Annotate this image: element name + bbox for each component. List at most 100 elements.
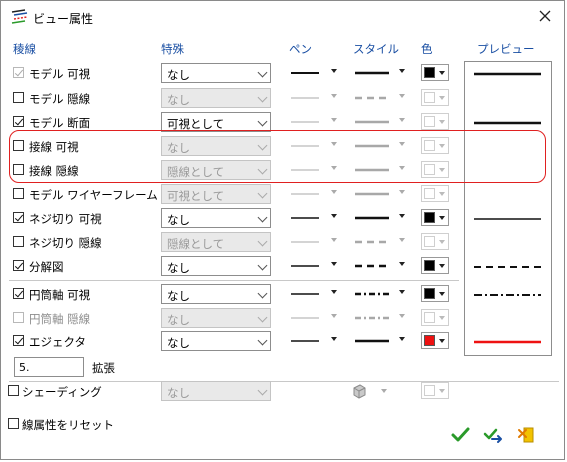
shading-row: シェーディング なし	[1, 380, 461, 402]
shading-dropdown-icon[interactable]	[381, 389, 387, 393]
style-line-sample	[355, 292, 389, 296]
check-icon	[451, 427, 470, 442]
special-select-value: なし	[167, 261, 190, 275]
edge-row-checkbox[interactable]	[13, 188, 24, 199]
special-select[interactable]: なし	[161, 331, 271, 351]
dropdown-arrow-icon	[439, 339, 445, 343]
chevron-down-icon	[257, 92, 268, 103]
special-select[interactable]: なし	[161, 308, 271, 328]
style-picker[interactable]	[353, 259, 408, 273]
color-picker[interactable]	[421, 64, 449, 81]
separator	[9, 280, 459, 281]
pen-dropdown-icon	[331, 337, 337, 341]
style-dropdown-icon	[399, 290, 405, 294]
style-picker[interactable]	[353, 91, 408, 105]
special-select[interactable]: 可視として	[161, 112, 271, 132]
header-special: 特殊	[161, 42, 184, 56]
edge-row-checkbox[interactable]	[13, 312, 24, 323]
edge-row-checkbox[interactable]	[13, 288, 24, 299]
style-line-sample	[355, 339, 389, 343]
style-line-sample	[355, 96, 389, 100]
special-select[interactable]: 隠線として	[161, 232, 271, 252]
color-picker[interactable]	[421, 89, 449, 106]
edge-row-checkbox[interactable]	[13, 212, 24, 223]
edge-row-checkbox[interactable]	[13, 67, 24, 78]
pen-picker[interactable]	[289, 66, 339, 80]
reset-row: 線属性をリセット	[1, 413, 461, 435]
edge-row: 円筒軸 隠線 なし	[1, 307, 461, 329]
special-select[interactable]: なし	[161, 284, 271, 304]
preview-panel	[464, 61, 552, 356]
color-picker[interactable]	[421, 257, 449, 274]
style-dropdown-icon	[399, 314, 405, 318]
expand-input[interactable]: 5.	[14, 357, 84, 377]
color-swatch	[424, 260, 435, 271]
edge-row-checkbox[interactable]	[13, 92, 24, 103]
style-line-sample	[355, 216, 389, 220]
color-picker[interactable]	[421, 113, 449, 130]
color-picker[interactable]	[421, 309, 449, 326]
shading-color-picker[interactable]	[421, 382, 449, 399]
color-picker[interactable]	[421, 233, 449, 250]
pen-line-sample	[291, 340, 319, 342]
pen-picker[interactable]	[289, 287, 339, 301]
edge-row-checkbox[interactable]	[13, 116, 24, 127]
special-select[interactable]: なし	[161, 63, 271, 83]
edge-row-label: モデル 断面	[29, 116, 91, 130]
pen-dropdown-icon	[331, 69, 337, 73]
close-button[interactable]	[534, 7, 556, 27]
chevron-down-icon	[257, 188, 268, 199]
color-swatch	[424, 92, 435, 103]
color-swatch	[424, 212, 435, 223]
edge-row-checkbox[interactable]	[13, 260, 24, 271]
cancel-button[interactable]	[517, 425, 541, 447]
pen-picker[interactable]	[289, 91, 339, 105]
edge-row-checkbox[interactable]	[13, 236, 24, 247]
dropdown-arrow-icon	[439, 96, 445, 100]
cancel-icon	[518, 427, 534, 443]
edge-row-label: 円筒軸 隠線	[29, 312, 91, 326]
pen-picker[interactable]	[289, 115, 339, 129]
special-select[interactable]: なし	[161, 88, 271, 108]
pen-picker[interactable]	[289, 211, 339, 225]
style-picker[interactable]	[353, 115, 408, 129]
pen-picker[interactable]	[289, 334, 339, 348]
special-select[interactable]: なし	[161, 208, 271, 228]
pen-line-sample	[291, 293, 319, 295]
pen-picker[interactable]	[289, 259, 339, 273]
reset-checkbox[interactable]	[8, 418, 19, 429]
apply-button[interactable]	[483, 425, 507, 447]
style-dropdown-icon	[399, 238, 405, 242]
special-select-value: なし	[167, 213, 190, 227]
shading-checkbox[interactable]	[8, 385, 19, 396]
pen-dropdown-icon	[331, 238, 337, 242]
color-picker[interactable]	[421, 185, 449, 202]
ok-button[interactable]	[450, 425, 474, 447]
pen-picker[interactable]	[289, 187, 339, 201]
title-bar: ビュー属性	[1, 1, 564, 33]
color-picker[interactable]	[421, 332, 449, 349]
color-picker[interactable]	[421, 209, 449, 226]
style-picker[interactable]	[353, 211, 408, 225]
special-select[interactable]: なし	[161, 256, 271, 276]
style-picker[interactable]	[353, 311, 408, 325]
edge-row: モデル 可視 なし	[1, 62, 461, 84]
pen-picker[interactable]	[289, 235, 339, 249]
edge-row: モデル ワイヤーフレーム 可視として	[1, 183, 461, 205]
chevron-down-icon	[257, 335, 268, 346]
style-picker[interactable]	[353, 287, 408, 301]
pen-dropdown-icon	[331, 314, 337, 318]
color-picker[interactable]	[421, 285, 449, 302]
pen-picker[interactable]	[289, 311, 339, 325]
edge-row: モデル 隠線 なし	[1, 87, 461, 109]
style-picker[interactable]	[353, 235, 408, 249]
dropdown-arrow-icon	[439, 264, 445, 268]
shading-select[interactable]: なし	[161, 381, 271, 401]
style-picker[interactable]	[353, 334, 408, 348]
edge-row-checkbox[interactable]	[13, 335, 24, 346]
style-picker[interactable]	[353, 66, 408, 80]
style-picker[interactable]	[353, 187, 408, 201]
shading-label: シェーディング	[22, 385, 102, 399]
special-select[interactable]: 可視として	[161, 184, 271, 204]
cube-icon[interactable]	[351, 383, 367, 399]
